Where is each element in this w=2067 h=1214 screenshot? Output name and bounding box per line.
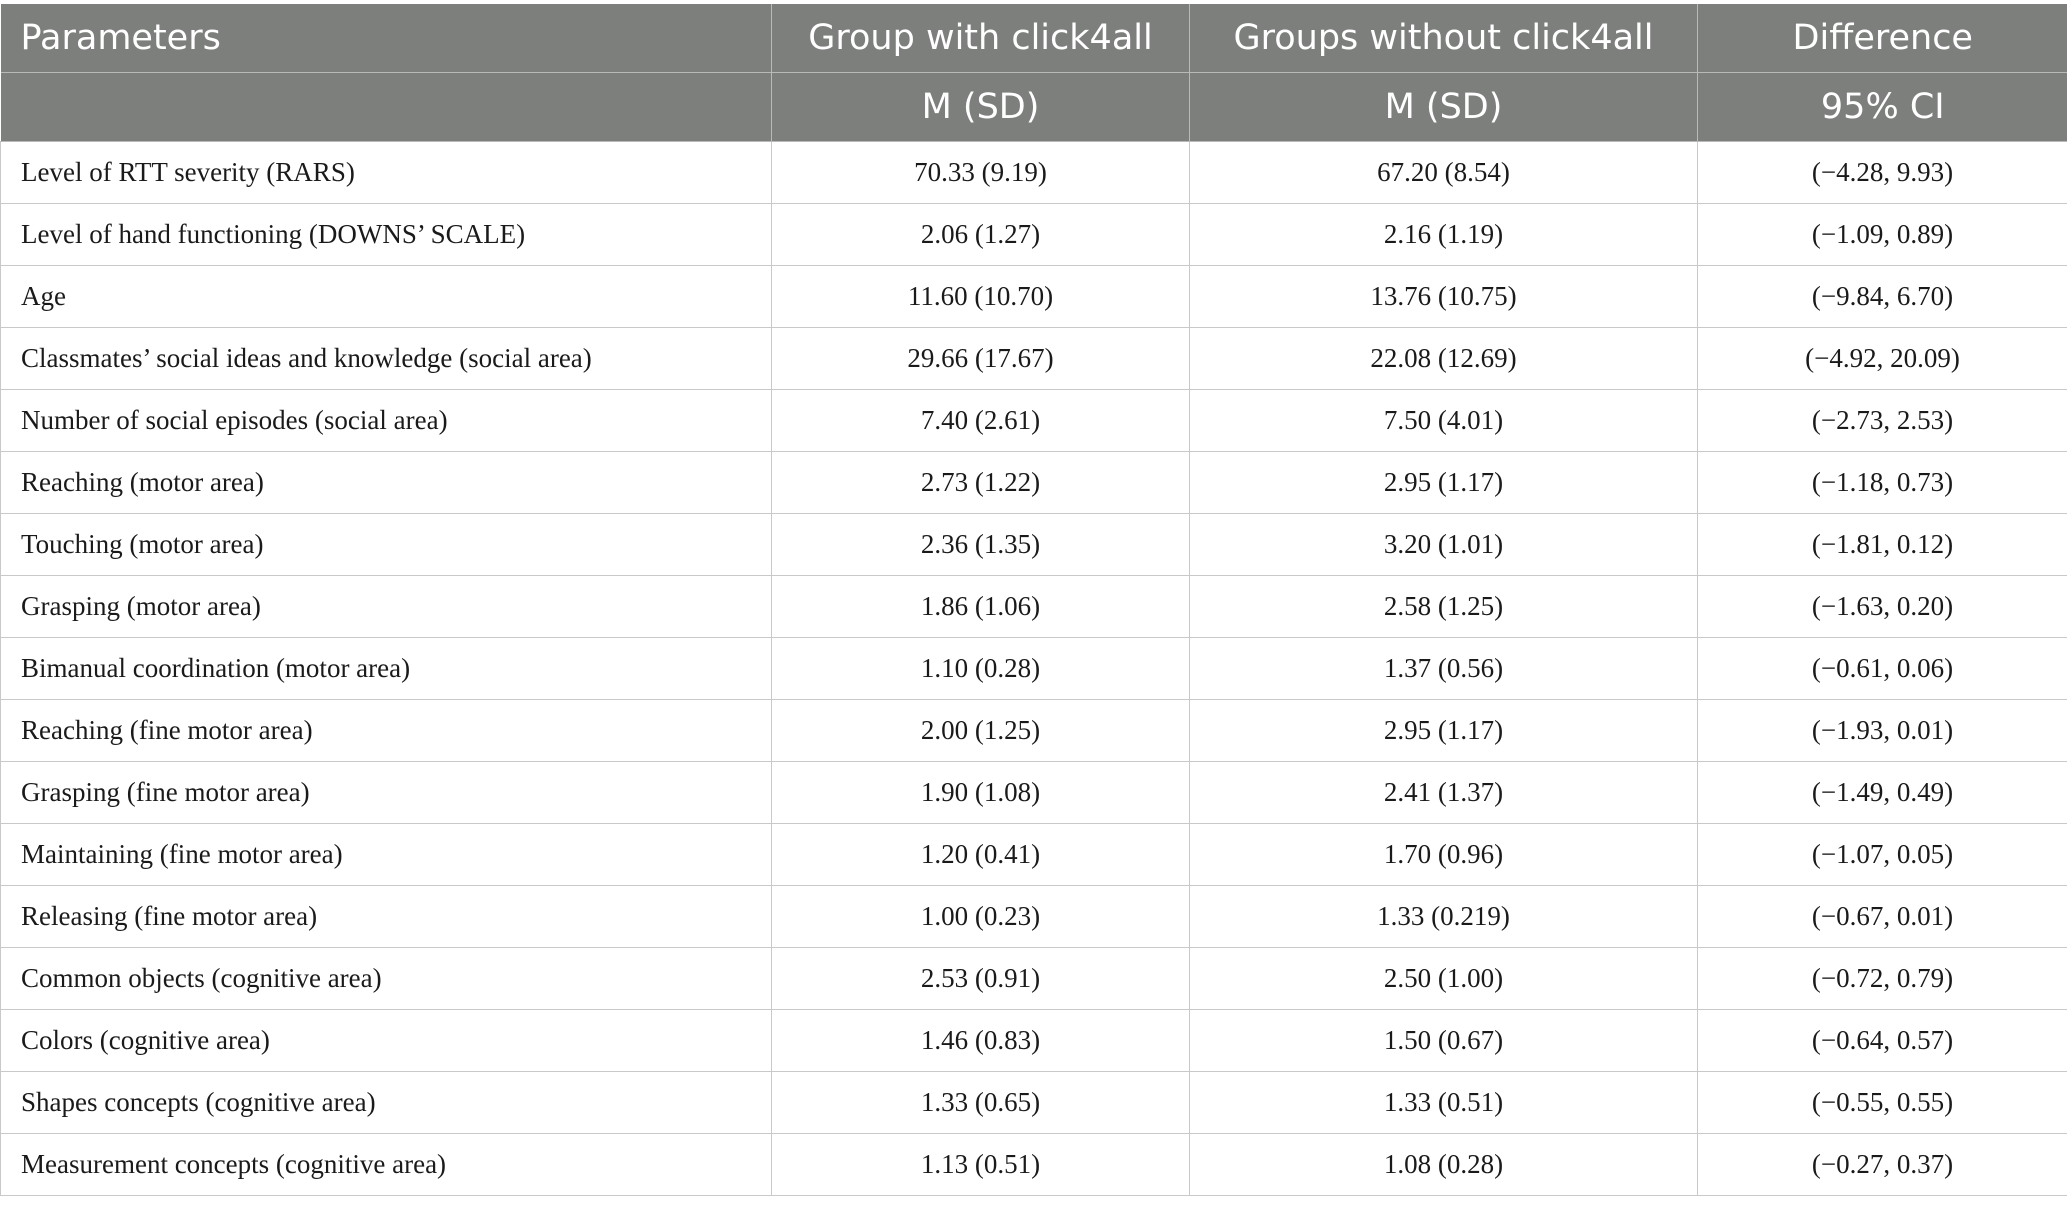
cell-with-click4all: 1.20 (0.41): [771, 823, 1190, 886]
table-header: Parameters Group with click4all Groups w…: [0, 4, 2067, 142]
cell-difference-ci: (−4.28, 9.93): [1697, 141, 2067, 204]
cell-with-click4all: 2.36 (1.35): [771, 513, 1190, 576]
table-body: Level of RTT severity (RARS) 70.33 (9.19)…: [0, 141, 2067, 1196]
cell-difference-ci: (−1.93, 0.01): [1697, 699, 2067, 762]
cell-difference-ci: (−1.81, 0.12): [1697, 513, 2067, 576]
table-row: Touching (motor area) 2.36 (1.35) 3.20 (1.…: [0, 513, 2067, 576]
cell-with-click4all: 70.33 (9.19): [771, 141, 1190, 204]
cell-with-click4all: 1.13 (0.51): [771, 1133, 1190, 1196]
cell-with-click4all: 1.46 (0.83): [771, 1009, 1190, 1072]
cell-without-click4all: 1.33 (0.219): [1189, 885, 1698, 948]
cell-parameter: Colors (cognitive area): [0, 1009, 772, 1072]
cell-difference-ci: (−2.73, 2.53): [1697, 389, 2067, 452]
cell-difference-ci: (−0.61, 0.06): [1697, 637, 2067, 700]
table-row: Shapes concepts (cognitive area) 1.33 (0.…: [0, 1071, 2067, 1134]
cell-difference-ci: (−0.27, 0.37): [1697, 1133, 2067, 1196]
cell-difference-ci: (−9.84, 6.70): [1697, 265, 2067, 328]
cell-without-click4all: 2.16 (1.19): [1189, 203, 1698, 266]
cell-difference-ci: (−1.63, 0.20): [1697, 575, 2067, 638]
cell-with-click4all: 1.00 (0.23): [771, 885, 1190, 948]
table-row: Bimanual coordination (motor area) 1.10 (…: [0, 637, 2067, 700]
cell-with-click4all: 2.06 (1.27): [771, 203, 1190, 266]
header-ci: 95% CI: [1697, 72, 2067, 142]
cell-parameter: Age: [0, 265, 772, 328]
cell-without-click4all: 1.37 (0.56): [1189, 637, 1698, 700]
cell-with-click4all: 2.53 (0.91): [771, 947, 1190, 1010]
cell-with-click4all: 1.33 (0.65): [771, 1071, 1190, 1134]
cell-parameter: Bimanual coordination (motor area): [0, 637, 772, 700]
cell-parameter: Number of social episodes (social area): [0, 389, 772, 452]
cell-with-click4all: 7.40 (2.61): [771, 389, 1190, 452]
table-row: Reaching (motor area) 2.73 (1.22) 2.95 (1.…: [0, 451, 2067, 514]
cell-parameter: Level of hand functioning (DOWNS’ SCALE): [0, 203, 772, 266]
results-table: Parameters Group with click4all Groups w…: [0, 4, 2067, 1196]
header-group-without: Groups without click4all: [1189, 4, 1698, 73]
cell-parameter: Level of RTT severity (RARS): [0, 141, 772, 204]
table-row: Colors (cognitive area) 1.46 (0.83) 1.50 (…: [0, 1009, 2067, 1072]
cell-without-click4all: 2.58 (1.25): [1189, 575, 1698, 638]
header-parameters: Parameters: [0, 4, 772, 73]
header-group-with: Group with click4all: [771, 4, 1190, 73]
cell-with-click4all: 2.00 (1.25): [771, 699, 1190, 762]
cell-parameter: Grasping (motor area): [0, 575, 772, 638]
table-row: Releasing (fine motor area) 1.00 (0.23) 1.…: [0, 885, 2067, 948]
cell-difference-ci: (−1.18, 0.73): [1697, 451, 2067, 514]
cell-with-click4all: 29.66 (17.67): [771, 327, 1190, 390]
cell-difference-ci: (−1.49, 0.49): [1697, 761, 2067, 824]
table-row: Reaching (fine motor area) 2.00 (1.25) 2.9…: [0, 699, 2067, 762]
table-row: Level of hand functioning (DOWNS’ SCALE)…: [0, 203, 2067, 266]
cell-difference-ci: (−0.67, 0.01): [1697, 885, 2067, 948]
cell-with-click4all: 2.73 (1.22): [771, 451, 1190, 514]
cell-without-click4all: 1.08 (0.28): [1189, 1133, 1698, 1196]
cell-without-click4all: 2.95 (1.17): [1189, 699, 1698, 762]
table-row: Measurement concepts (cognitive area) 1.1…: [0, 1133, 2067, 1196]
table-row: Classmates’ social ideas and knowledge (…: [0, 327, 2067, 390]
cell-with-click4all: 1.90 (1.08): [771, 761, 1190, 824]
header-parameters-sub: [0, 72, 772, 142]
cell-without-click4all: 1.50 (0.67): [1189, 1009, 1698, 1072]
cell-without-click4all: 2.50 (1.00): [1189, 947, 1698, 1010]
cell-difference-ci: (−0.72, 0.79): [1697, 947, 2067, 1010]
results-table-container: Parameters Group with click4all Groups w…: [0, 4, 2067, 1196]
table-row: Grasping (fine motor area) 1.90 (1.08) 2.4…: [0, 761, 2067, 824]
cell-parameter: Reaching (motor area): [0, 451, 772, 514]
table-row: Maintaining (fine motor area) 1.20 (0.41)…: [0, 823, 2067, 886]
cell-parameter: Common objects (cognitive area): [0, 947, 772, 1010]
cell-without-click4all: 2.41 (1.37): [1189, 761, 1698, 824]
cell-without-click4all: 22.08 (12.69): [1189, 327, 1698, 390]
cell-difference-ci: (−1.09, 0.89): [1697, 203, 2067, 266]
header-row-titles: Parameters Group with click4all Groups w…: [0, 4, 2067, 73]
cell-without-click4all: 7.50 (4.01): [1189, 389, 1698, 452]
table-row: Grasping (motor area) 1.86 (1.06) 2.58 (1.…: [0, 575, 2067, 638]
header-without-msd: M (SD): [1189, 72, 1698, 142]
cell-without-click4all: 2.95 (1.17): [1189, 451, 1698, 514]
cell-parameter: Shapes concepts (cognitive area): [0, 1071, 772, 1134]
cell-difference-ci: (−1.07, 0.05): [1697, 823, 2067, 886]
cell-parameter: Reaching (fine motor area): [0, 699, 772, 762]
cell-parameter: Releasing (fine motor area): [0, 885, 772, 948]
cell-difference-ci: (−4.92, 20.09): [1697, 327, 2067, 390]
table-row: Level of RTT severity (RARS) 70.33 (9.19)…: [0, 141, 2067, 204]
cell-with-click4all: 11.60 (10.70): [771, 265, 1190, 328]
table-row: Age 11.60 (10.70) 13.76 (10.75) (−9.84, 6.7…: [0, 265, 2067, 328]
header-row-subtitles: M (SD) M (SD) 95% CI: [0, 72, 2067, 142]
header-difference: Difference: [1697, 4, 2067, 73]
cell-parameter: Measurement concepts (cognitive area): [0, 1133, 772, 1196]
cell-with-click4all: 1.86 (1.06): [771, 575, 1190, 638]
cell-parameter: Grasping (fine motor area): [0, 761, 772, 824]
cell-parameter: Touching (motor area): [0, 513, 772, 576]
cell-without-click4all: 67.20 (8.54): [1189, 141, 1698, 204]
table-row: Number of social episodes (social area) 7…: [0, 389, 2067, 452]
cell-difference-ci: (−0.55, 0.55): [1697, 1071, 2067, 1134]
cell-difference-ci: (−0.64, 0.57): [1697, 1009, 2067, 1072]
cell-without-click4all: 1.70 (0.96): [1189, 823, 1698, 886]
header-with-msd: M (SD): [771, 72, 1190, 142]
table-row: Common objects (cognitive area) 2.53 (0.9…: [0, 947, 2067, 1010]
cell-without-click4all: 1.33 (0.51): [1189, 1071, 1698, 1134]
cell-without-click4all: 3.20 (1.01): [1189, 513, 1698, 576]
cell-parameter: Maintaining (fine motor area): [0, 823, 772, 886]
cell-with-click4all: 1.10 (0.28): [771, 637, 1190, 700]
cell-without-click4all: 13.76 (10.75): [1189, 265, 1698, 328]
cell-parameter: Classmates’ social ideas and knowledge (…: [0, 327, 772, 390]
